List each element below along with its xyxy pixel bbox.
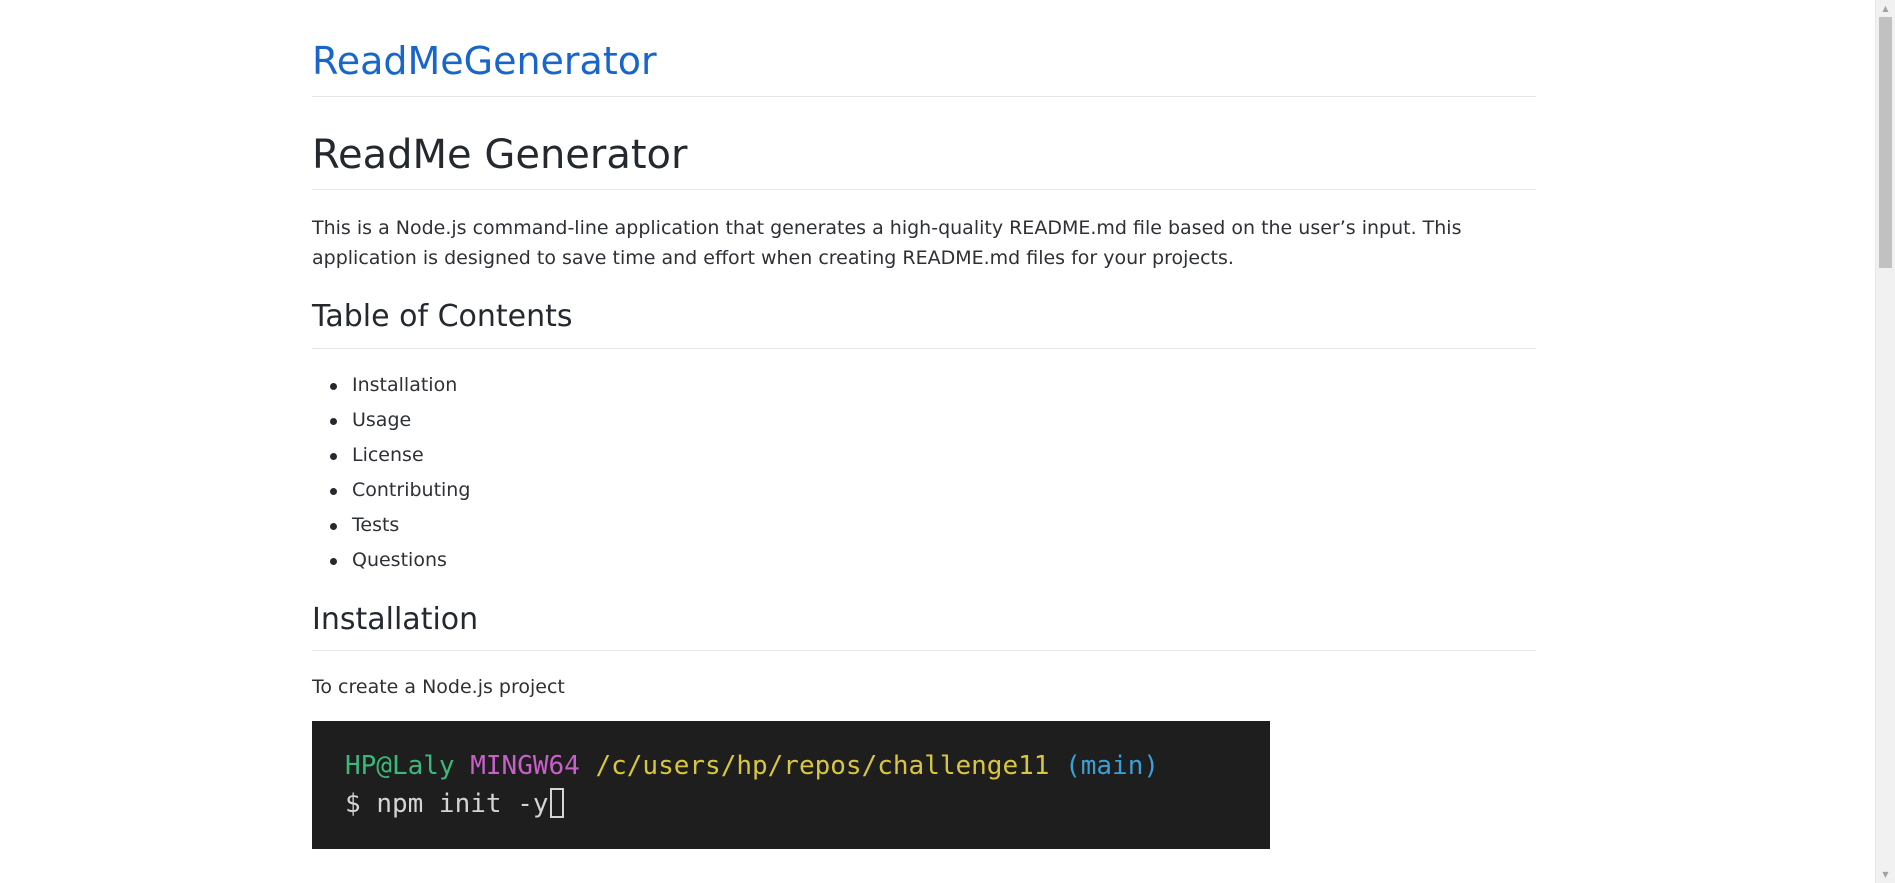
terminal-branch: (main)	[1065, 751, 1159, 781]
intro-paragraph: This is a Node.js command-line applicati…	[312, 217, 1462, 269]
terminal-command-line: $ npm init -y	[345, 785, 1270, 823]
readme-content: ReadMeGenerator ReadMe Generator This is…	[312, 0, 1536, 849]
scrollbar-thumb[interactable]	[1879, 17, 1892, 268]
vertical-scrollbar[interactable]: ▲ ▼	[1875, 0, 1895, 883]
site-title-link[interactable]: ReadMeGenerator	[312, 37, 657, 85]
scroll-up-arrow-icon[interactable]: ▲	[1876, 0, 1895, 17]
toc-item-installation[interactable]: Installation	[312, 368, 470, 403]
toc-item-questions[interactable]: Questions	[312, 543, 470, 578]
toc-item-contributing[interactable]: Contributing	[312, 473, 470, 508]
installation-heading: Installation	[312, 602, 479, 637]
installation-divider	[312, 650, 1536, 651]
toc-heading: Table of Contents	[312, 299, 573, 334]
terminal-prompt-symbol: $	[345, 789, 361, 819]
site-header: ReadMeGenerator	[312, 0, 1536, 97]
terminal-prompt-line: HP@Laly MINGW64 /c/users/hp/repos/challe…	[345, 747, 1270, 785]
terminal-user: HP@Laly	[345, 751, 455, 781]
terminal-path: /c/users/hp/repos/challenge11	[595, 751, 1050, 781]
toc-divider	[312, 348, 1536, 349]
installation-text: To create a Node.js project	[312, 676, 565, 698]
table-of-contents: Installation Usage License Contributing …	[312, 368, 470, 578]
toc-item-tests[interactable]: Tests	[312, 508, 470, 543]
title-divider	[312, 189, 1536, 190]
terminal-cursor	[549, 788, 564, 818]
terminal-screenshot: HP@Laly MINGW64 /c/users/hp/repos/challe…	[312, 721, 1270, 849]
toc-item-usage[interactable]: Usage	[312, 403, 470, 438]
terminal-host: MINGW64	[470, 751, 580, 781]
toc-item-license[interactable]: License	[312, 438, 470, 473]
page-title: ReadMe Generator	[312, 132, 688, 178]
terminal-command: npm init -y	[376, 789, 549, 819]
scroll-down-arrow-icon[interactable]: ▼	[1876, 866, 1895, 883]
page: ReadMeGenerator ReadMe Generator This is…	[0, 0, 1895, 883]
